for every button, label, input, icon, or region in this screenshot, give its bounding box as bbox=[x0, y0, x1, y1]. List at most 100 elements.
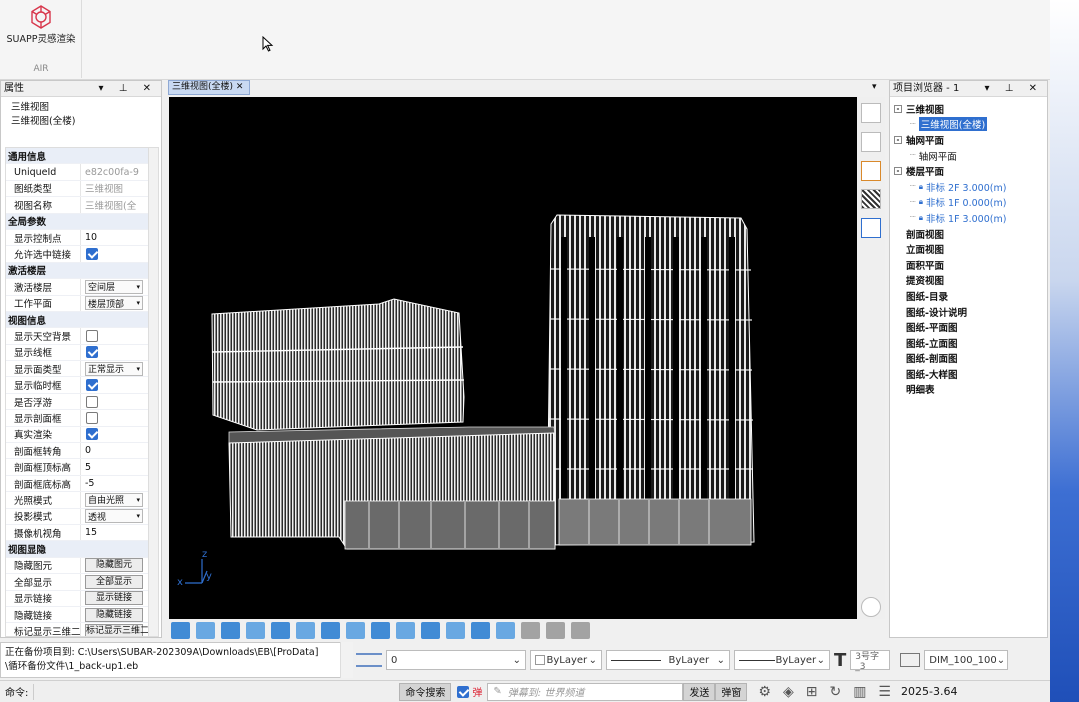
hide-icon[interactable] bbox=[546, 621, 565, 639]
property-category[interactable]: 通用信息 bbox=[6, 148, 158, 165]
property-button[interactable]: 隐藏图元 bbox=[85, 558, 143, 573]
property-dropdown[interactable]: 透视 ▾ bbox=[85, 509, 143, 524]
expand-toggle-icon[interactable]: - bbox=[894, 135, 902, 144]
panel-controls[interactable]: ▾ ⊥ ✕ bbox=[99, 81, 157, 97]
property-checkbox[interactable] bbox=[86, 346, 98, 359]
property-category[interactable]: 视图信息 bbox=[6, 311, 158, 329]
property-checkbox[interactable] bbox=[86, 379, 98, 392]
selection-item[interactable]: 三维视图(全楼) bbox=[11, 115, 151, 129]
danmaku-input[interactable]: ✎ 弹幕到: 世界频道 bbox=[487, 682, 684, 701]
panel-controls[interactable]: ▾ ⊥ ✕ bbox=[985, 81, 1043, 97]
browser-item[interactable]: 图纸-剖面图 bbox=[894, 351, 1006, 367]
output-scrollbar[interactable] bbox=[340, 642, 353, 678]
browser-item[interactable]: 明细表 bbox=[894, 382, 1006, 398]
browser-item[interactable]: 图纸-大样图 bbox=[894, 366, 1006, 382]
property-value[interactable]: 15 bbox=[85, 527, 97, 538]
settings-icon[interactable]: ⚙ bbox=[758, 684, 771, 700]
navigation-icon[interactable] bbox=[861, 103, 881, 123]
browser-item[interactable]: ┈ 三维视图(全楼) bbox=[894, 117, 1006, 133]
measure-icon[interactable] bbox=[471, 621, 490, 639]
box-view-icon[interactable] bbox=[171, 621, 190, 639]
property-dropdown[interactable]: 自由光照 ▾ bbox=[85, 492, 143, 507]
browser-item[interactable]: ┈ 轴网平面 bbox=[894, 148, 1006, 164]
browser-item[interactable]: 图纸-立面图 bbox=[894, 335, 1006, 351]
show-icon[interactable] bbox=[571, 621, 590, 639]
filter-icon[interactable] bbox=[521, 621, 540, 639]
text-style-icon[interactable]: T bbox=[834, 650, 846, 671]
browser-item[interactable]: - 轴网平面 bbox=[894, 132, 1006, 148]
property-button[interactable]: 标记显示三维二 bbox=[85, 624, 149, 636]
property-checkbox[interactable] bbox=[86, 248, 98, 261]
suapp-render-group[interactable]: SUAPP灵感渲染 AIR bbox=[0, 0, 82, 78]
property-dropdown[interactable]: 空间层 ▾ bbox=[85, 279, 143, 294]
tab-3d-view[interactable]: 三维视图(全楼) ✕ bbox=[168, 80, 250, 95]
expand-toggle-icon[interactable]: - bbox=[894, 167, 902, 176]
command-search-button[interactable]: 命令搜索 bbox=[399, 682, 452, 701]
orbit-icon[interactable] bbox=[271, 621, 290, 639]
browser-item[interactable]: ┈ 🔒︎ 非标 2F 3.000(m) bbox=[894, 179, 1006, 195]
cube-wire-icon[interactable] bbox=[221, 621, 240, 639]
panel-layout-icon[interactable] bbox=[861, 132, 881, 152]
property-value[interactable]: 5 bbox=[85, 462, 91, 473]
browser-item[interactable]: 图纸-设计说明 bbox=[894, 304, 1006, 320]
cube-solid-icon[interactable] bbox=[246, 621, 265, 639]
layer-manager-icon[interactable] bbox=[356, 653, 382, 667]
list-icon[interactable]: ☰ bbox=[878, 684, 891, 700]
tree-structure-icon[interactable]: ⊞ bbox=[806, 684, 818, 700]
property-category[interactable]: 全局参数 bbox=[6, 213, 158, 230]
browser-item[interactable]: 提资视图 bbox=[894, 273, 1006, 289]
expand-toggle-icon[interactable]: - bbox=[894, 104, 902, 113]
hatch-icon[interactable] bbox=[861, 189, 881, 209]
property-dropdown[interactable]: 正常显示 ▾ bbox=[85, 361, 143, 376]
section-icon[interactable] bbox=[346, 621, 365, 639]
property-category[interactable]: 视图显隐 bbox=[6, 541, 158, 558]
browser-item[interactable]: ┈ 🔒︎ 非标 1F 0.000(m) bbox=[894, 195, 1006, 211]
lineweight-select[interactable]: ByLayer ⌄ bbox=[734, 650, 830, 670]
property-value[interactable]: 10 bbox=[85, 232, 97, 243]
layers-stack-icon[interactable]: ◈ bbox=[783, 684, 794, 700]
selection-item[interactable]: 三维视图 bbox=[11, 101, 151, 115]
dim-style-select[interactable]: DIM_100_100 ⌄ bbox=[924, 650, 1009, 670]
property-grid-scrollbar[interactable] bbox=[148, 148, 158, 636]
property-category[interactable]: 激活楼层 bbox=[6, 262, 158, 280]
command-input[interactable] bbox=[33, 683, 399, 700]
text-style-select[interactable]: 3号字_3 bbox=[850, 650, 891, 672]
browser-item[interactable]: - 三维视图 bbox=[894, 101, 1006, 117]
frame-icon[interactable] bbox=[371, 621, 390, 639]
pencil-icon[interactable] bbox=[496, 621, 515, 639]
property-checkbox[interactable] bbox=[86, 411, 98, 424]
linetype-select[interactable]: ByLayer ⌄ bbox=[606, 650, 730, 670]
property-dropdown[interactable]: 楼层顶部 ▾ bbox=[85, 296, 143, 311]
property-value[interactable]: -5 bbox=[85, 478, 94, 489]
browser-item[interactable]: 立面视图 bbox=[894, 241, 1006, 257]
hatch-tool-icon[interactable] bbox=[446, 621, 465, 639]
browser-item[interactable]: 图纸-目录 bbox=[894, 288, 1006, 304]
history-icon[interactable]: ↻ bbox=[829, 684, 841, 700]
danmaku-checkbox[interactable] bbox=[457, 685, 470, 698]
send-button[interactable]: 发送 bbox=[683, 682, 716, 701]
wall-icon[interactable] bbox=[196, 621, 215, 639]
layers-icon[interactable] bbox=[321, 621, 340, 639]
layer-select[interactable]: 0 ⌄ bbox=[386, 650, 526, 670]
property-value[interactable]: 0 bbox=[85, 445, 91, 456]
browser-item[interactable]: 图纸-平面图 bbox=[894, 319, 1006, 335]
browser-item[interactable]: 剖面视图 bbox=[894, 226, 1006, 242]
property-button[interactable]: 全部显示 bbox=[85, 574, 143, 589]
solid-shade-icon[interactable] bbox=[296, 621, 315, 639]
property-button[interactable]: 显示链接 bbox=[85, 591, 143, 606]
tab-menu-icon[interactable]: ▾ bbox=[872, 82, 877, 92]
browser-item[interactable]: ┈ 🔒︎ 非标 1F 3.000(m) bbox=[894, 210, 1006, 226]
property-checkbox[interactable] bbox=[86, 329, 98, 342]
dim-style-icon[interactable] bbox=[900, 653, 921, 667]
danmaku-toggle[interactable]: 弹 bbox=[451, 683, 487, 701]
browser-item[interactable]: 面积平面 bbox=[894, 257, 1006, 273]
property-button[interactable]: 隐藏链接 bbox=[85, 607, 143, 622]
danmaku-window-button[interactable]: 弹窗 bbox=[715, 682, 748, 701]
color-select[interactable]: ByLayer ⌄ bbox=[530, 650, 602, 670]
close-icon[interactable]: ✕ bbox=[236, 82, 244, 92]
swap-icon[interactable] bbox=[861, 218, 881, 238]
material-icon[interactable] bbox=[421, 621, 440, 639]
property-checkbox[interactable] bbox=[86, 395, 98, 408]
panel-toggle-icon[interactable]: ▥ bbox=[853, 684, 866, 700]
3d-viewport[interactable]: z x y bbox=[169, 97, 857, 619]
